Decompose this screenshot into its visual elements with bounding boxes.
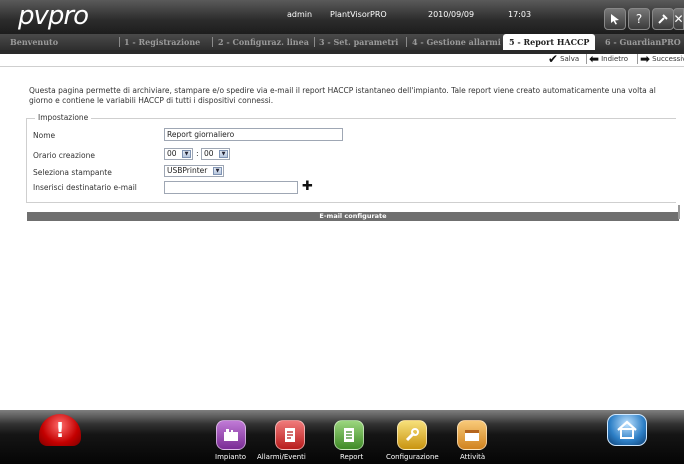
action-separator: [586, 54, 587, 64]
arrow-right-icon: ➡: [640, 52, 651, 66]
configured-emails-header: E-mail configurate: [27, 212, 679, 221]
app-logo: pvpro: [18, 1, 89, 31]
action-separator: [637, 54, 638, 64]
email-recipient-label: Inserisci destinatario e-mail: [33, 183, 137, 192]
dock-label-configurazione[interactable]: Configurazione: [386, 453, 439, 461]
tab-benvenuto[interactable]: Benvenuto: [10, 34, 58, 50]
top-header: pvpro admin PlantVisorPRO 2010/09/09 17:…: [0, 0, 684, 34]
minute-select[interactable]: 00 ▼: [201, 148, 230, 160]
printer-value: USBPrinter: [167, 166, 208, 175]
next-label: Successivo: [652, 55, 684, 63]
app-window: pvpro admin PlantVisorPRO 2010/09/09 17:…: [0, 0, 684, 464]
name-input[interactable]: [164, 128, 343, 141]
dock-label-impianto[interactable]: Impianto: [215, 453, 246, 461]
arrow-left-icon: ⬅: [589, 52, 600, 66]
current-time: 17:03: [508, 10, 532, 19]
save-label: Salva: [560, 55, 580, 63]
hour-select[interactable]: 00 ▼: [164, 148, 193, 160]
tab-configuraz-linea[interactable]: 2 - Configuraz. linea: [218, 34, 309, 50]
tab-separator: [314, 37, 315, 47]
home-icon[interactable]: [607, 414, 647, 446]
dock-label-attivita[interactable]: Attività: [460, 453, 485, 461]
wrench-icon[interactable]: [397, 420, 427, 450]
tab-registrazione[interactable]: 1 - Registrazione: [124, 34, 200, 50]
hour-value: 00: [167, 149, 177, 158]
help-icon[interactable]: ?: [628, 8, 650, 30]
checkmark-icon: ✔: [548, 52, 559, 66]
back-button[interactable]: ⬅ Indietro: [589, 52, 629, 66]
wizard-tabs: Benvenuto 1 - Registrazione 2 - Configur…: [0, 34, 684, 50]
next-button[interactable]: ➡ Successivo: [640, 52, 684, 66]
tab-separator: [119, 37, 120, 47]
chevron-down-icon: ▼: [219, 150, 228, 158]
dock-label-allarmi-eventi[interactable]: Allarmi/Eventi: [257, 453, 306, 461]
page-description: Questa pagina permette di archiviare, st…: [29, 86, 656, 105]
plant-icon[interactable]: [216, 420, 246, 450]
app-name: PlantVisorPRO: [330, 10, 387, 19]
minute-value: 00: [204, 149, 214, 158]
email-recipient-input[interactable]: [164, 181, 298, 194]
alarms-events-icon[interactable]: [275, 420, 305, 450]
activity-icon[interactable]: [457, 420, 487, 450]
cursor-icon[interactable]: [604, 8, 626, 30]
close-icon[interactable]: ✕: [673, 8, 684, 30]
printer-select[interactable]: USBPrinter ▼: [164, 165, 224, 177]
scrollbar[interactable]: [678, 205, 680, 219]
tab-separator: [406, 37, 407, 47]
tab-guardianpro[interactable]: 6 - GuardianPRO: [605, 34, 681, 50]
tools-icon[interactable]: [652, 8, 674, 30]
current-date: 2010/09/09: [428, 10, 475, 19]
settings-legend: Impostazione: [35, 113, 92, 122]
creation-time-label: Orario creazione: [33, 151, 95, 160]
chevron-down-icon: ▼: [213, 167, 222, 175]
add-email-button[interactable]: ✚: [302, 180, 313, 193]
tab-set-parametri[interactable]: 3 - Set. parametri: [319, 34, 398, 50]
tab-separator: [212, 37, 213, 47]
time-separator: :: [196, 149, 199, 158]
tab-gestione-allarmi[interactable]: 4 - Gestione allarmi: [412, 34, 501, 50]
dock-label-report[interactable]: Report: [340, 453, 363, 461]
printer-label: Seleziona stampante: [33, 168, 112, 177]
tab-report-haccp[interactable]: 5 - Report HACCP: [503, 34, 596, 50]
action-bar: ✔ Salva ⬅ Indietro ➡ Successivo: [0, 50, 684, 67]
action-bar-shadow: [0, 50, 684, 54]
name-label: Nome: [33, 131, 56, 140]
report-icon[interactable]: [334, 420, 364, 450]
logo-text: pvpro: [18, 1, 89, 31]
current-user: admin: [287, 10, 313, 19]
save-button[interactable]: ✔ Salva: [548, 52, 580, 66]
chevron-down-icon: ▼: [182, 150, 191, 158]
back-label: Indietro: [601, 55, 629, 63]
